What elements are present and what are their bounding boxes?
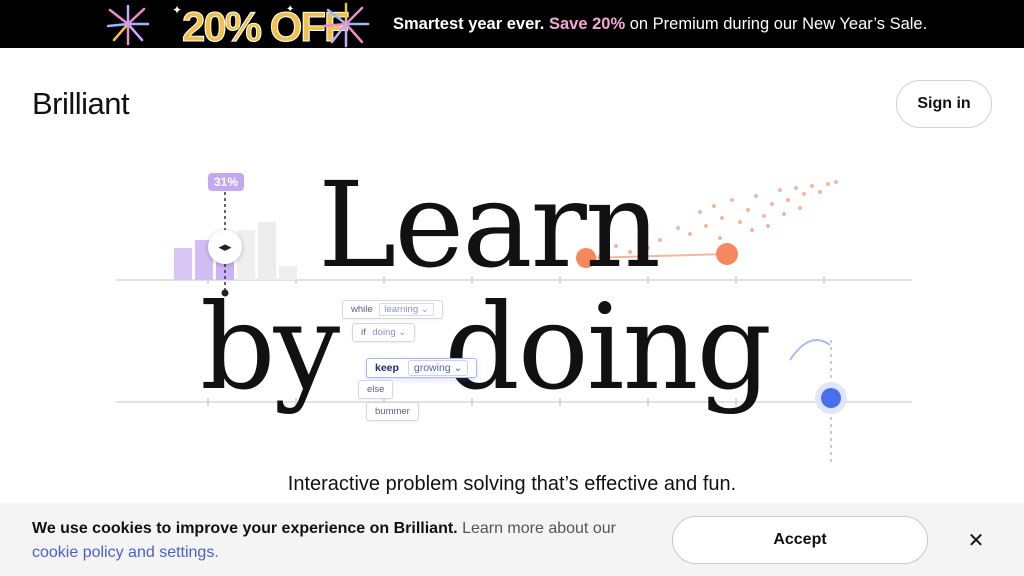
hero-title-word-by: by (200, 278, 340, 416)
svg-text:✦: ✦ (286, 4, 294, 15)
hero-title-line2: by doing (200, 288, 772, 406)
promo-headline-accent: Save 20% (548, 15, 626, 33)
accept-cookies-button[interactable]: Accept (672, 516, 928, 564)
code-chip-bummer: bummer (366, 402, 419, 421)
promo-headline-bold: Smartest year ever. (393, 15, 545, 33)
promo-banner[interactable]: ✦ 20% OFF ✦ Smartest year ever. Save 20%… (0, 0, 1024, 48)
code-chip-keep: keep growing ⌄ (366, 358, 478, 378)
hero-title-line1: Learn (318, 156, 661, 294)
sign-in-button[interactable]: Sign in (896, 80, 992, 128)
chip-label: keep (375, 362, 399, 374)
cookie-message-bold: We use cookies to improve your experienc… (32, 520, 458, 537)
fireworks-sale-graphic: ✦ 20% OFF ✦ (106, 3, 370, 48)
chip-label: if (361, 327, 366, 338)
firework-icon (106, 4, 150, 46)
chip-select: doing ⌄ (372, 327, 407, 338)
code-chip-else: else (358, 380, 394, 399)
blue-point (821, 388, 841, 408)
chip-select: growing ⌄ (407, 360, 469, 376)
cookie-policy-link[interactable]: cookie policy and settings. (32, 544, 219, 561)
slider-percent-badge: 31% (208, 173, 245, 191)
cookie-banner: We use cookies to improve your experienc… (0, 503, 1024, 576)
chip-select: learning ⌄ (379, 303, 434, 316)
cookie-message-muted: Learn more about our (462, 520, 616, 537)
orange-point-right (716, 243, 738, 265)
code-chip-if: if doing ⌄ (352, 323, 416, 342)
promo-headline-rest: on Premium during our New Year’s Sale. (629, 15, 928, 33)
chip-label: while (351, 304, 373, 315)
brilliant-logo[interactable]: Brilliant (32, 86, 130, 122)
hero-title-word-doing: doing (444, 278, 772, 416)
close-icon[interactable]: ✕ (962, 528, 990, 552)
hero-tagline: Interactive problem solving that’s effec… (287, 473, 737, 495)
code-chip-while: while learning ⌄ (342, 300, 443, 319)
hero-illustration: Learn by doing 31% ◂▸ while learning ⌄ if… (100, 160, 930, 470)
svg-text:✦: ✦ (172, 3, 182, 17)
promo-headline[interactable]: Smartest year ever. Save 20% on Premium … (393, 0, 927, 48)
cookie-message: We use cookies to improve your experienc… (32, 517, 652, 565)
slider-handle-icon[interactable]: ◂▸ (208, 230, 242, 264)
